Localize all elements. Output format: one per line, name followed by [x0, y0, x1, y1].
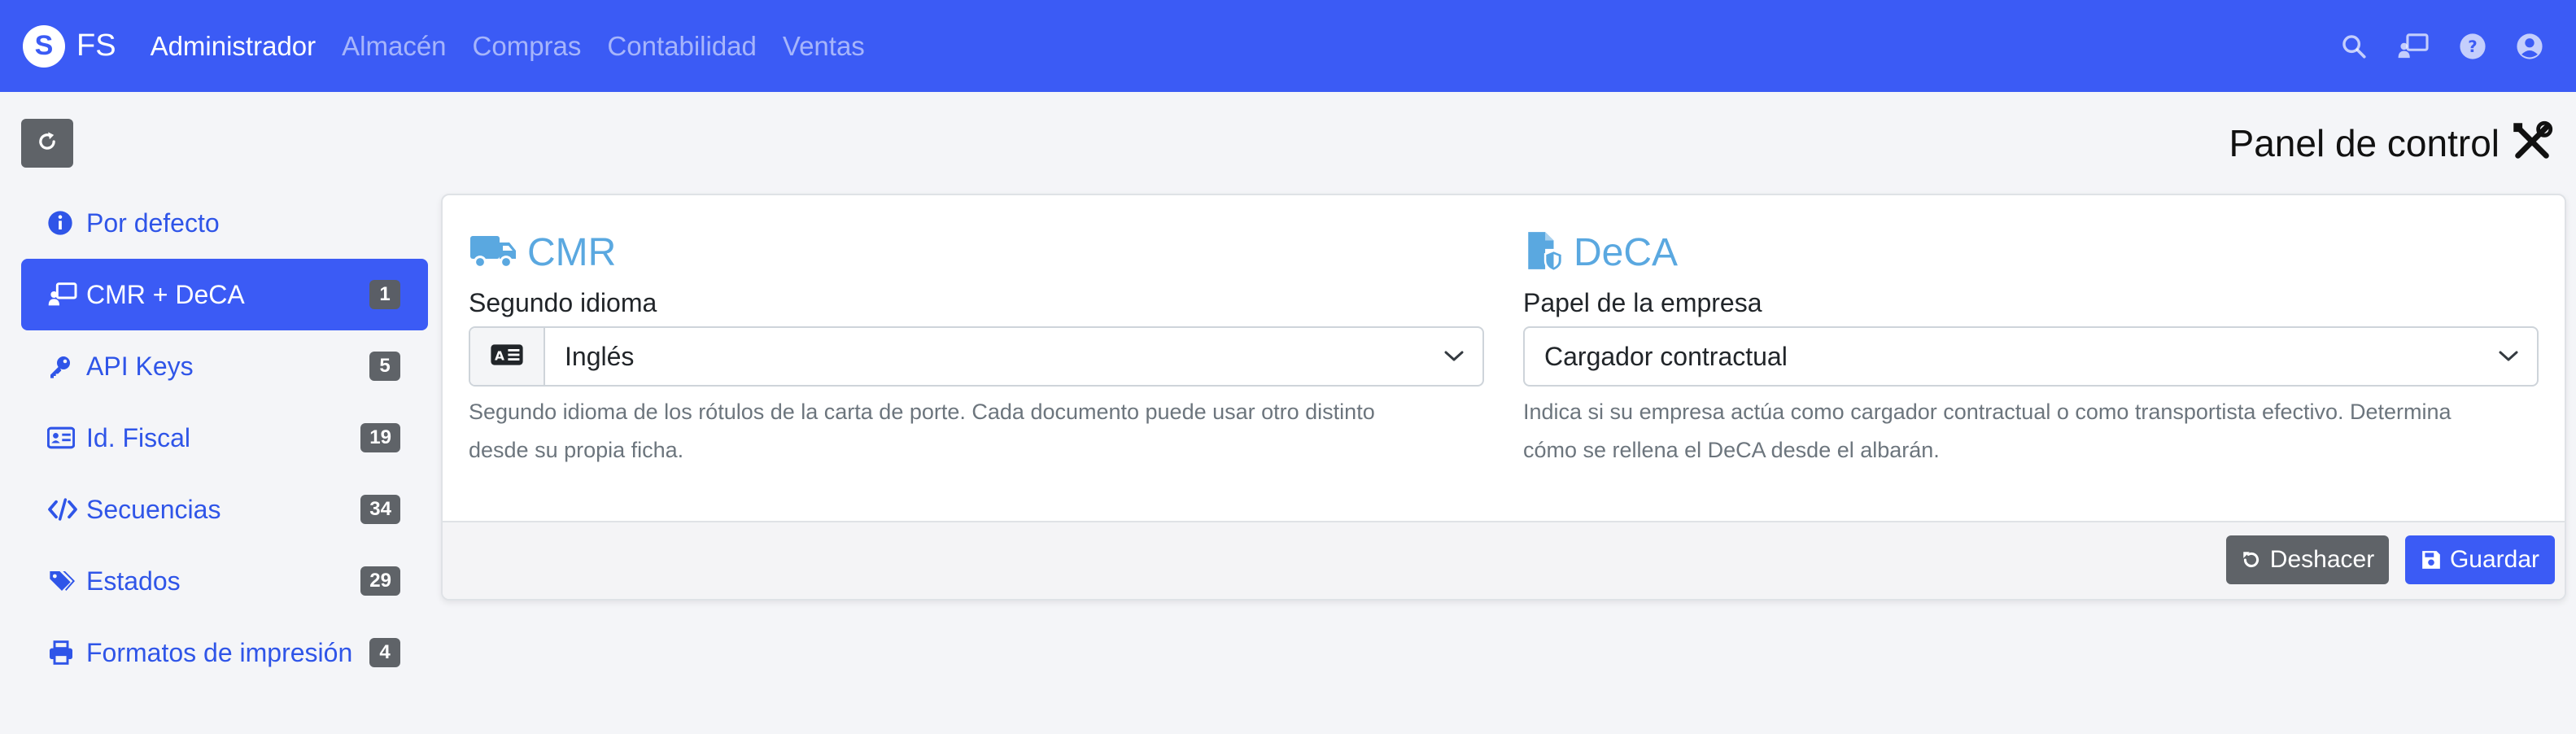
sidebar-item-cmr-deca[interactable]: CMR + DeCA 1 [21, 259, 428, 330]
main-menu: Administrador Almacén Compras Contabilid… [151, 31, 891, 62]
settings-card: CMR Segundo idioma A Inglés Segundo idio… [441, 194, 2566, 601]
second-language-select[interactable]: A Inglés [469, 326, 1484, 387]
printer-icon [47, 640, 80, 666]
refresh-icon [36, 130, 59, 157]
chevron-down-icon [1426, 350, 1482, 363]
nav-icons: ? [2311, 0, 2543, 92]
sidebar-item-label: Por defecto [86, 208, 220, 238]
second-language-label: Segundo idioma [469, 288, 657, 317]
deca-section: DeCA Papel de la empresa Cargador contra… [1523, 228, 2539, 470]
count-badge: 5 [369, 352, 400, 381]
nav-item-ventas[interactable]: Ventas [783, 31, 865, 62]
code-icon [47, 496, 80, 522]
undo-icon [2241, 549, 2262, 570]
count-badge: 19 [360, 423, 400, 452]
deca-help-text: Indica si su empresa actúa como cargador… [1523, 393, 2539, 470]
cmr-heading: CMR [469, 228, 1484, 277]
info-icon [47, 210, 80, 236]
page-title-text: Panel de control [2229, 122, 2500, 164]
undo-button[interactable]: Deshacer [2226, 535, 2389, 584]
deca-help-line-1: Indica si su empresa actúa como cargador… [1523, 400, 2452, 424]
nav-item-administrador[interactable]: Administrador [151, 31, 317, 62]
screen-user-icon[interactable] [2397, 33, 2430, 60]
sidebar-item-label: Formatos de impresión [86, 637, 353, 667]
count-badge: 29 [360, 566, 400, 596]
cmr-section: CMR Segundo idioma A Inglés Segundo idio… [469, 228, 1484, 470]
page-title: Panel de control [2229, 117, 2553, 169]
deca-title: DeCA [1574, 230, 1679, 274]
sidebar-item-label: Id. Fiscal [86, 422, 191, 452]
language-prefix: A [470, 328, 545, 385]
company-role-label: Papel de la empresa [1523, 288, 1762, 317]
nav-item-contabilidad[interactable]: Contabilidad [607, 31, 756, 62]
sidebar-item-api-keys[interactable]: API Keys 5 [21, 330, 428, 402]
count-badge: 4 [369, 638, 400, 667]
sidebar-item-label: Secuencias [86, 494, 221, 524]
company-role-select[interactable]: Cargador contractual [1523, 326, 2539, 387]
count-badge: 1 [369, 280, 400, 309]
deca-heading: DeCA [1523, 228, 2539, 277]
sidebar-item-label: Estados [86, 566, 181, 596]
card-footer: Deshacer Guardar [443, 521, 2565, 599]
cmr-help-line-1: Segundo idioma de los rótulos de la cart… [469, 400, 1375, 424]
svg-text:?: ? [2468, 37, 2478, 56]
sidebar-item-label: CMR + DeCA [86, 279, 245, 309]
help-icon[interactable]: ? [2459, 33, 2486, 60]
save-button[interactable]: Guardar [2405, 535, 2555, 584]
user-icon[interactable] [2516, 33, 2543, 60]
top-navbar: S FS Administrador Almacén Compras Conta… [0, 0, 2576, 92]
cmr-title: CMR [527, 230, 617, 274]
save-label: Guardar [2449, 546, 2540, 573]
search-icon[interactable] [2340, 33, 2368, 60]
nav-item-compras[interactable]: Compras [473, 31, 582, 62]
cmr-help-line-2: desde su propia ficha. [469, 438, 684, 462]
sidebar-item-formatos-impresion[interactable]: Formatos de impresión 4 [21, 617, 428, 688]
truck-icon [469, 231, 517, 274]
sidebar-item-label: API Keys [86, 351, 194, 381]
sidebar-item-por-defecto[interactable]: Por defecto [21, 187, 428, 259]
key-icon [47, 353, 80, 379]
refresh-button[interactable] [21, 119, 73, 168]
sidebar-item-secuencias[interactable]: Secuencias 34 [21, 474, 428, 545]
deca-help-line-2: cómo se rellena el DeCA desde el albarán… [1523, 438, 1940, 462]
sidebar-item-estados[interactable]: Estados 29 [21, 545, 428, 617]
tags-icon [47, 568, 80, 594]
language-icon: A [490, 343, 524, 370]
brand-logo: S [23, 24, 65, 68]
sidebar: Por defecto CMR + DeCA 1 API Keys 5 Id. … [21, 187, 428, 688]
nav-item-almacen[interactable]: Almacén [342, 31, 446, 62]
brand-name: FS [76, 28, 116, 63]
brand[interactable]: S FS [23, 24, 116, 68]
undo-label: Deshacer [2269, 546, 2375, 573]
tools-icon [2511, 120, 2553, 167]
file-shield-icon [1523, 230, 1564, 275]
cmr-help-text: Segundo idioma de los rótulos de la cart… [469, 393, 1484, 470]
sidebar-item-id-fiscal[interactable]: Id. Fiscal 19 [21, 402, 428, 474]
company-role-value: Cargador contractual [1544, 341, 1788, 371]
chevron-down-icon [2480, 350, 2537, 363]
second-language-value: Inglés [565, 341, 635, 371]
floppy-disk-icon [2421, 549, 2442, 570]
screen-user-icon [47, 282, 80, 308]
count-badge: 34 [360, 495, 400, 524]
svg-text:A: A [495, 348, 504, 363]
id-card-icon [47, 426, 80, 450]
